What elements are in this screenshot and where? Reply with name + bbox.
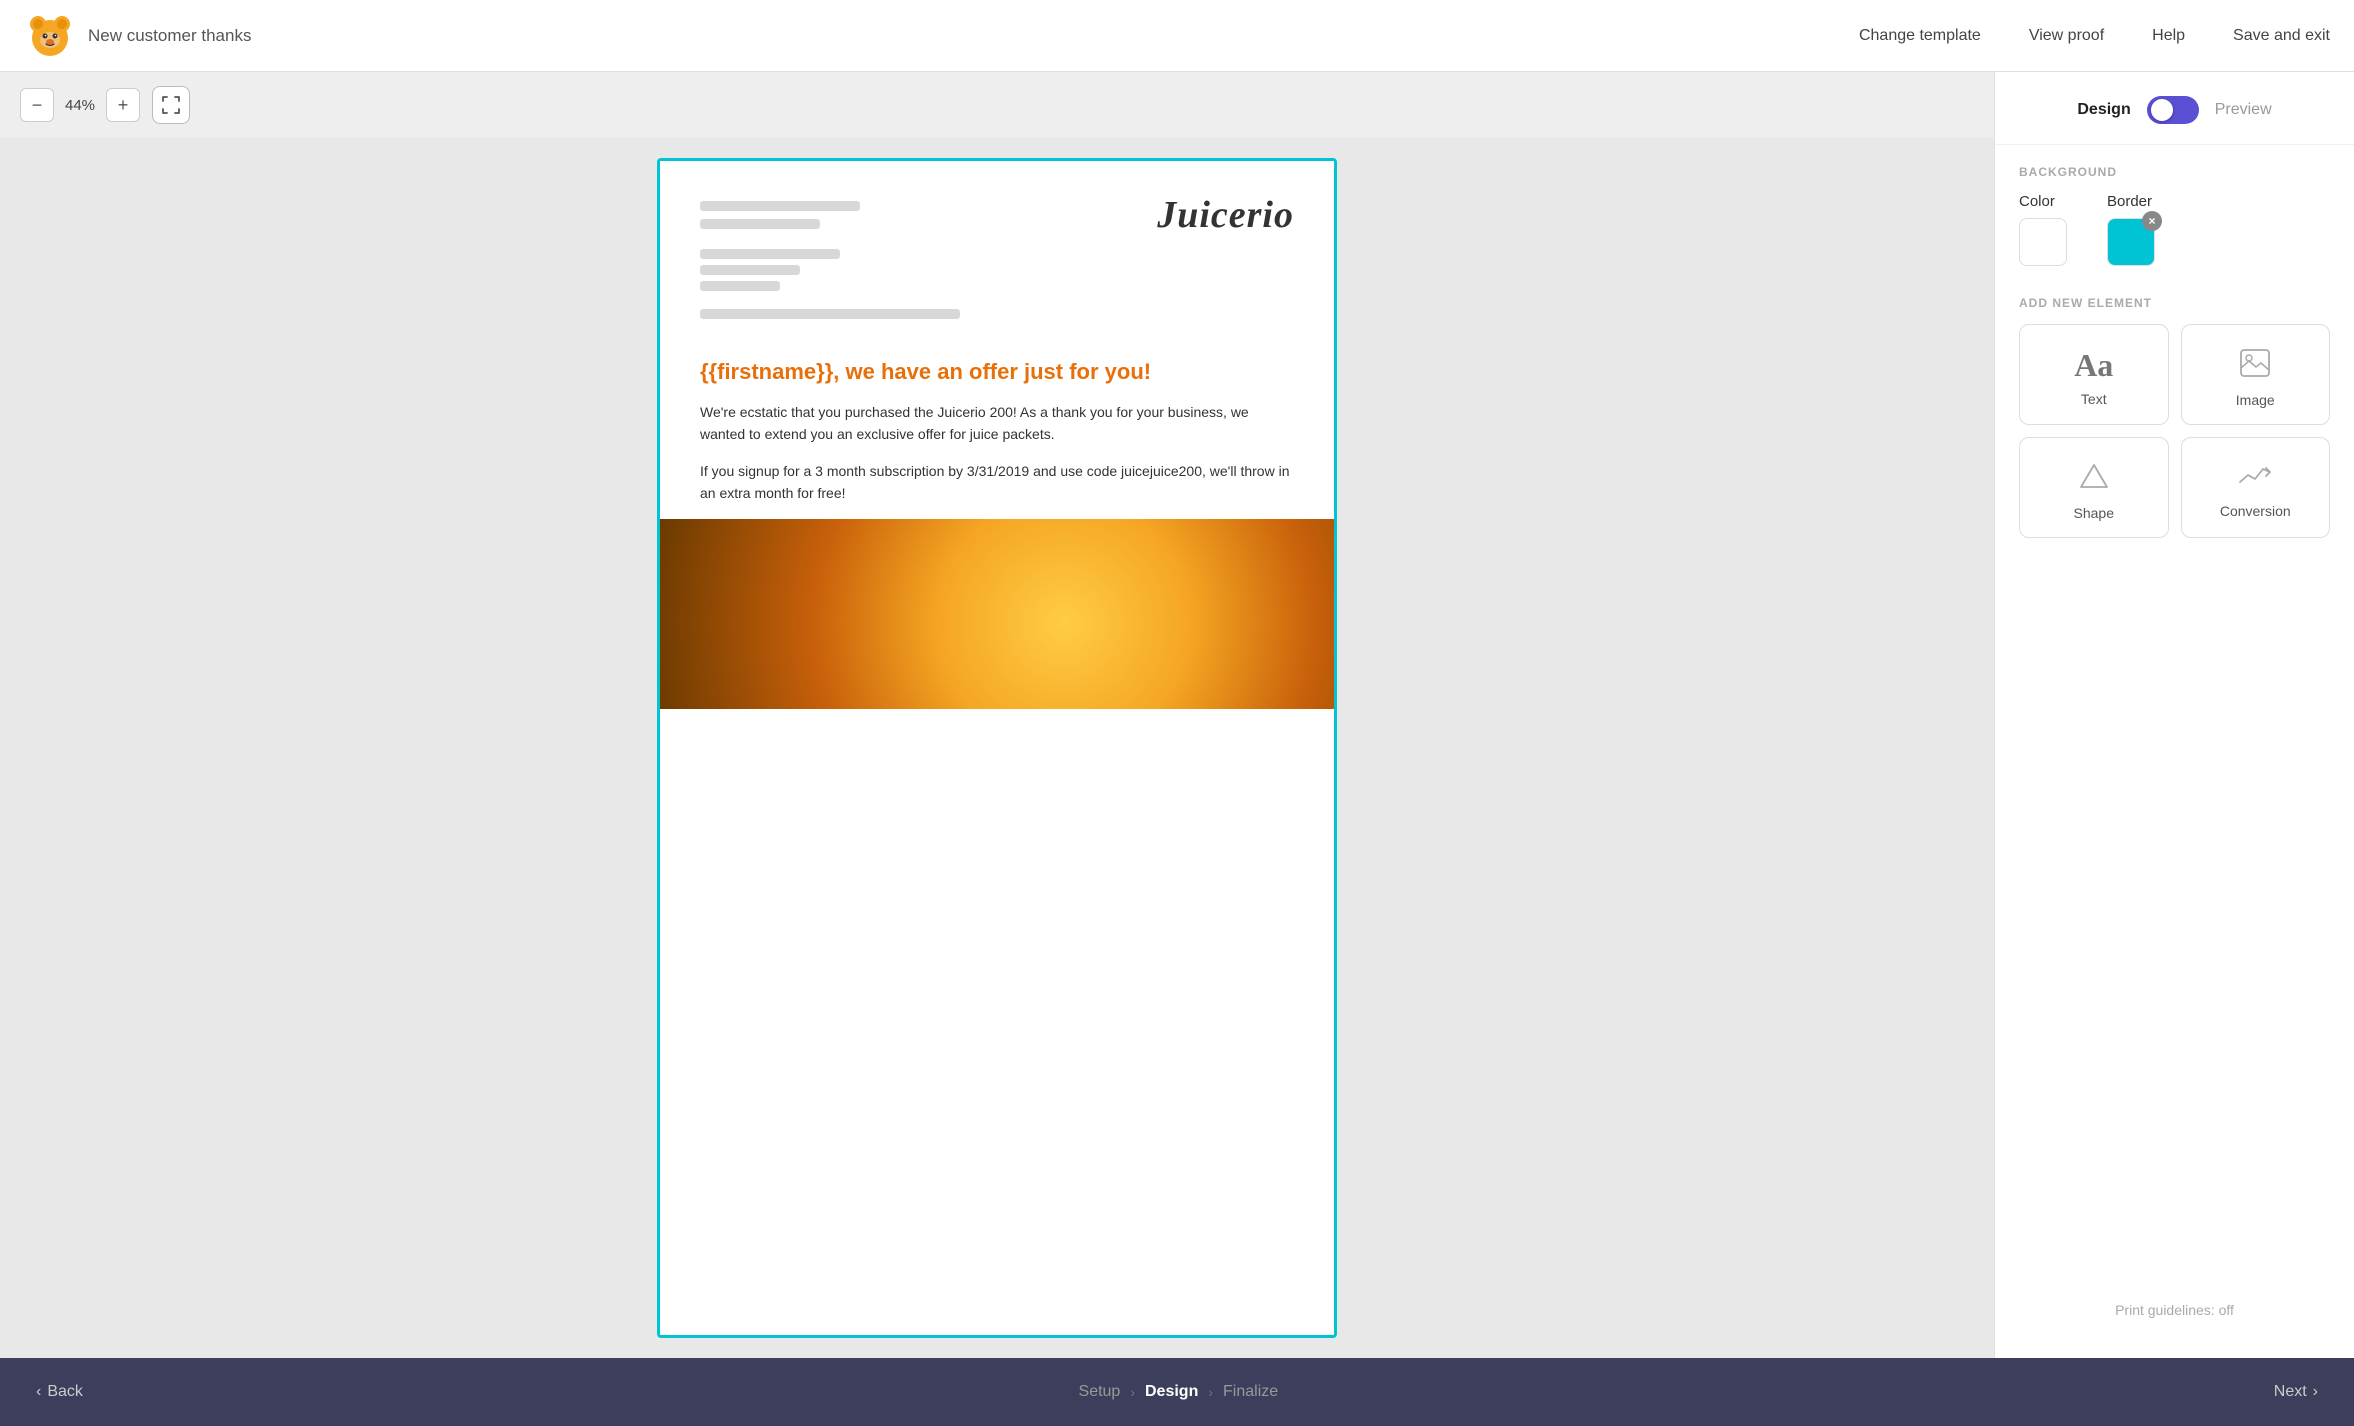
conversion-element-label: Conversion — [2220, 503, 2291, 519]
add-element-section: ADD NEW ELEMENT Aa Text I — [1995, 296, 2354, 554]
text-line-2 — [700, 219, 820, 229]
body-paragraph-1: We're ecstatic that you purchased the Ju… — [700, 401, 1294, 446]
offer-heading: {{firstname}}, we have an offer just for… — [700, 359, 1294, 385]
orange-image-visual — [660, 519, 1334, 709]
breadcrumb-steps: Setup › Design › Finalize — [83, 1383, 2274, 1401]
zoom-out-button[interactable]: − — [20, 88, 54, 122]
email-preview: Juicerio {{firstname}}, we have an offer… — [657, 158, 1337, 1338]
border-option: Border × — [2107, 193, 2155, 266]
step-setup: Setup — [1079, 1383, 1121, 1401]
email-text-lines — [700, 201, 960, 229]
background-section: BACKGROUND Color Border × — [1995, 145, 2354, 296]
preview-label: Preview — [2215, 101, 2272, 119]
help-button[interactable]: Help — [2152, 27, 2185, 45]
fullscreen-icon — [162, 96, 180, 114]
print-guidelines: Print guidelines: off — [1995, 1282, 2354, 1338]
panel-toggle-row: Design Preview — [1995, 72, 2354, 145]
color-swatch-cyan[interactable]: × — [2107, 218, 2155, 266]
swatch-remove-button[interactable]: × — [2142, 211, 2162, 231]
step-finalize: Finalize — [1223, 1383, 1278, 1401]
add-text-card[interactable]: Aa Text — [2019, 324, 2169, 425]
add-element-title: ADD NEW ELEMENT — [2019, 296, 2330, 310]
body-paragraph-2: If you signup for a 3 month subscription… — [700, 460, 1294, 505]
fullscreen-button[interactable] — [152, 86, 190, 124]
right-panel: Design Preview BACKGROUND Color Border × — [1994, 72, 2354, 1358]
document-title: New customer thanks — [88, 26, 251, 46]
zoom-value: 44% — [62, 97, 98, 114]
toggle-knob — [2151, 99, 2173, 121]
back-arrow-icon: ‹ — [36, 1383, 41, 1401]
text-element-label: Text — [2081, 391, 2107, 407]
next-label: Next — [2274, 1383, 2307, 1401]
shape-element-icon — [2079, 462, 2109, 495]
view-proof-button[interactable]: View proof — [2029, 27, 2104, 45]
step-design: Design — [1145, 1383, 1198, 1401]
bottom-bar: ‹ Back Setup › Design › Finalize Next › — [0, 1358, 2354, 1426]
bg-options-row: Color Border × — [2019, 193, 2330, 266]
zoom-in-button[interactable]: + — [106, 88, 140, 122]
email-address-block — [700, 193, 960, 319]
back-label: Back — [47, 1383, 83, 1401]
shape-element-label: Shape — [2074, 505, 2114, 521]
next-button[interactable]: Next › — [2274, 1383, 2318, 1401]
email-inner: Juicerio {{firstname}}, we have an offer… — [660, 161, 1334, 505]
bear-logo-icon — [24, 10, 76, 62]
background-section-title: BACKGROUND — [2019, 165, 2330, 179]
text-line-1 — [700, 201, 860, 211]
change-template-button[interactable]: Change template — [1859, 27, 1981, 45]
add-conversion-card[interactable]: Conversion — [2181, 437, 2331, 538]
save-exit-button[interactable]: Save and exit — [2233, 27, 2330, 45]
border-label: Border — [2107, 193, 2155, 210]
text-line-3 — [700, 249, 840, 259]
divider-line — [700, 309, 960, 319]
text-element-icon: Aa — [2074, 349, 2113, 381]
design-preview-toggle[interactable] — [2147, 96, 2199, 124]
image-element-icon — [2240, 349, 2270, 382]
element-grid: Aa Text Image — [2019, 324, 2330, 538]
back-button[interactable]: ‹ Back — [36, 1383, 83, 1401]
address-second-block — [700, 249, 960, 291]
email-image — [660, 519, 1334, 709]
email-header-row: Juicerio — [700, 193, 1294, 335]
canvas-toolbar: − 44% + — [0, 72, 1994, 138]
image-element-label: Image — [2236, 392, 2275, 408]
conversion-element-icon — [2239, 462, 2271, 493]
canvas-area: − 44% + — [0, 72, 1994, 1358]
color-option: Color — [2019, 193, 2067, 266]
canvas-scroll[interactable]: Juicerio {{firstname}}, we have an offer… — [0, 138, 1994, 1358]
color-label: Color — [2019, 193, 2067, 210]
brand-name-area: Juicerio — [1157, 193, 1294, 237]
brand-name: Juicerio — [1157, 194, 1294, 236]
step-arrow-1: › — [1130, 1384, 1135, 1400]
step-arrow-2: › — [1208, 1384, 1213, 1400]
top-header: New customer thanks Change template View… — [0, 0, 2354, 72]
logo-area: New customer thanks — [24, 10, 251, 62]
address-lines — [700, 249, 960, 291]
add-image-card[interactable]: Image — [2181, 324, 2331, 425]
header-nav: Change template View proof Help Save and… — [1859, 27, 2330, 45]
main-area: − 44% + — [0, 72, 2354, 1358]
design-label: Design — [2077, 101, 2130, 119]
next-arrow-icon: › — [2313, 1383, 2318, 1401]
text-line-4 — [700, 265, 800, 275]
add-shape-card[interactable]: Shape — [2019, 437, 2169, 538]
color-swatch-white[interactable] — [2019, 218, 2067, 266]
text-line-5 — [700, 281, 780, 291]
